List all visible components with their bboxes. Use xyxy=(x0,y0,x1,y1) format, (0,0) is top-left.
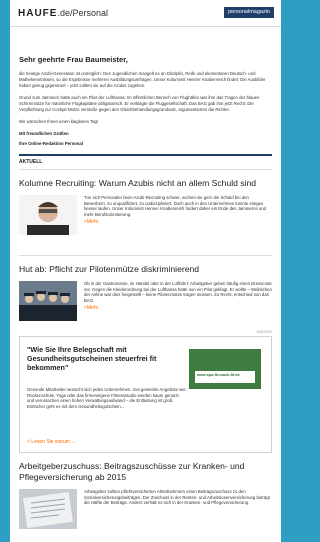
more-link[interactable]: >Mehr xyxy=(84,220,272,226)
article-teaser: Arbeitgeber zahlen pflichtversicherten A… xyxy=(84,489,272,506)
ad-graphic xyxy=(189,349,261,389)
article-item: Tun sich Personaler beim Azubi-Recruitin… xyxy=(19,195,272,255)
divider xyxy=(19,255,272,256)
article-teaser-text: Ob in der Gastronomie, im Handel oder in… xyxy=(84,281,272,303)
ad-box: "Wie Sie Ihre Belegschaft mit Gesundheit… xyxy=(19,336,272,453)
ad-text: Gesunde Mitarbeiter wünscht sich jedes U… xyxy=(27,387,186,409)
newsletter-content: Sehr geehrte Frau Baumeister, die heutig… xyxy=(10,55,281,529)
ad-headline[interactable]: "Wie Sie Ihre Belegschaft mit Gesundheit… xyxy=(27,345,179,372)
more-link[interactable]: >Mehr xyxy=(84,306,272,312)
article-teaser-text: Tun sich Personaler beim Azubi-Recruitin… xyxy=(84,195,267,217)
article-title[interactable]: Kolumne Recruiting: Warum Azubis nicht a… xyxy=(19,178,272,189)
intro-paragraph: die heutige Azubi-Generation ist unmögli… xyxy=(19,71,266,88)
intro-paragraph: Grund zum Jammern hatte auch ein Pilot d… xyxy=(19,95,260,112)
pilots-photo[interactable] xyxy=(19,281,77,321)
newsletter-header: HAUFE.de/Personal personalmagazin xyxy=(10,0,281,27)
haufe-logo[interactable]: HAUFE.de/Personal xyxy=(18,8,108,19)
ad-image[interactable]: www.spa-fit-mach-fit.de xyxy=(189,349,261,389)
portrait-photo[interactable] xyxy=(19,195,77,235)
article-item: Arbeitgeber zahlen pflichtversicherten A… xyxy=(19,489,272,529)
article-item: Ob in der Gastronomie, im Handel oder in… xyxy=(19,281,272,329)
greeting: Sehr geehrte Frau Baumeister, xyxy=(19,55,128,64)
ad-label: ANZEIGE xyxy=(256,330,272,334)
article-teaser: Ob in der Gastronomie, im Handel oder in… xyxy=(84,281,272,312)
article-title[interactable]: Arbeitgeberzuschuss: Beitragszuschüsse z… xyxy=(19,461,272,483)
signature-line: Mit freundlichen Grüßen xyxy=(19,131,69,136)
ad-read-more-link[interactable]: > Lesen Sie warum ... xyxy=(27,439,76,445)
article-title[interactable]: Hut ab: Pflicht zur Pilotenmütze diskrim… xyxy=(19,264,272,275)
ad-image-caption: www.spa-fit-mach-fit.de xyxy=(197,373,240,377)
logo-suffix: .de/Personal xyxy=(57,8,108,18)
newsletter-page: HAUFE.de/Personal personalmagazin Sehr g… xyxy=(10,0,281,542)
signature-line: Ihre Online-Redaktion Personal xyxy=(19,141,83,146)
closing-wish: Wir wünschen Ihnen einen klaglosen Tag! xyxy=(19,119,99,124)
article-teaser: Tun sich Personaler beim Azubi-Recruitin… xyxy=(84,195,272,226)
personalmagazin-badge[interactable]: personalmagazin xyxy=(224,7,274,18)
logo-main: HAUFE xyxy=(18,8,58,19)
article-teaser-text: Arbeitgeber zahlen pflichtversicherten A… xyxy=(84,489,270,506)
document-photo[interactable] xyxy=(19,489,77,529)
section-header-aktuell: AKTUELL xyxy=(19,154,272,170)
